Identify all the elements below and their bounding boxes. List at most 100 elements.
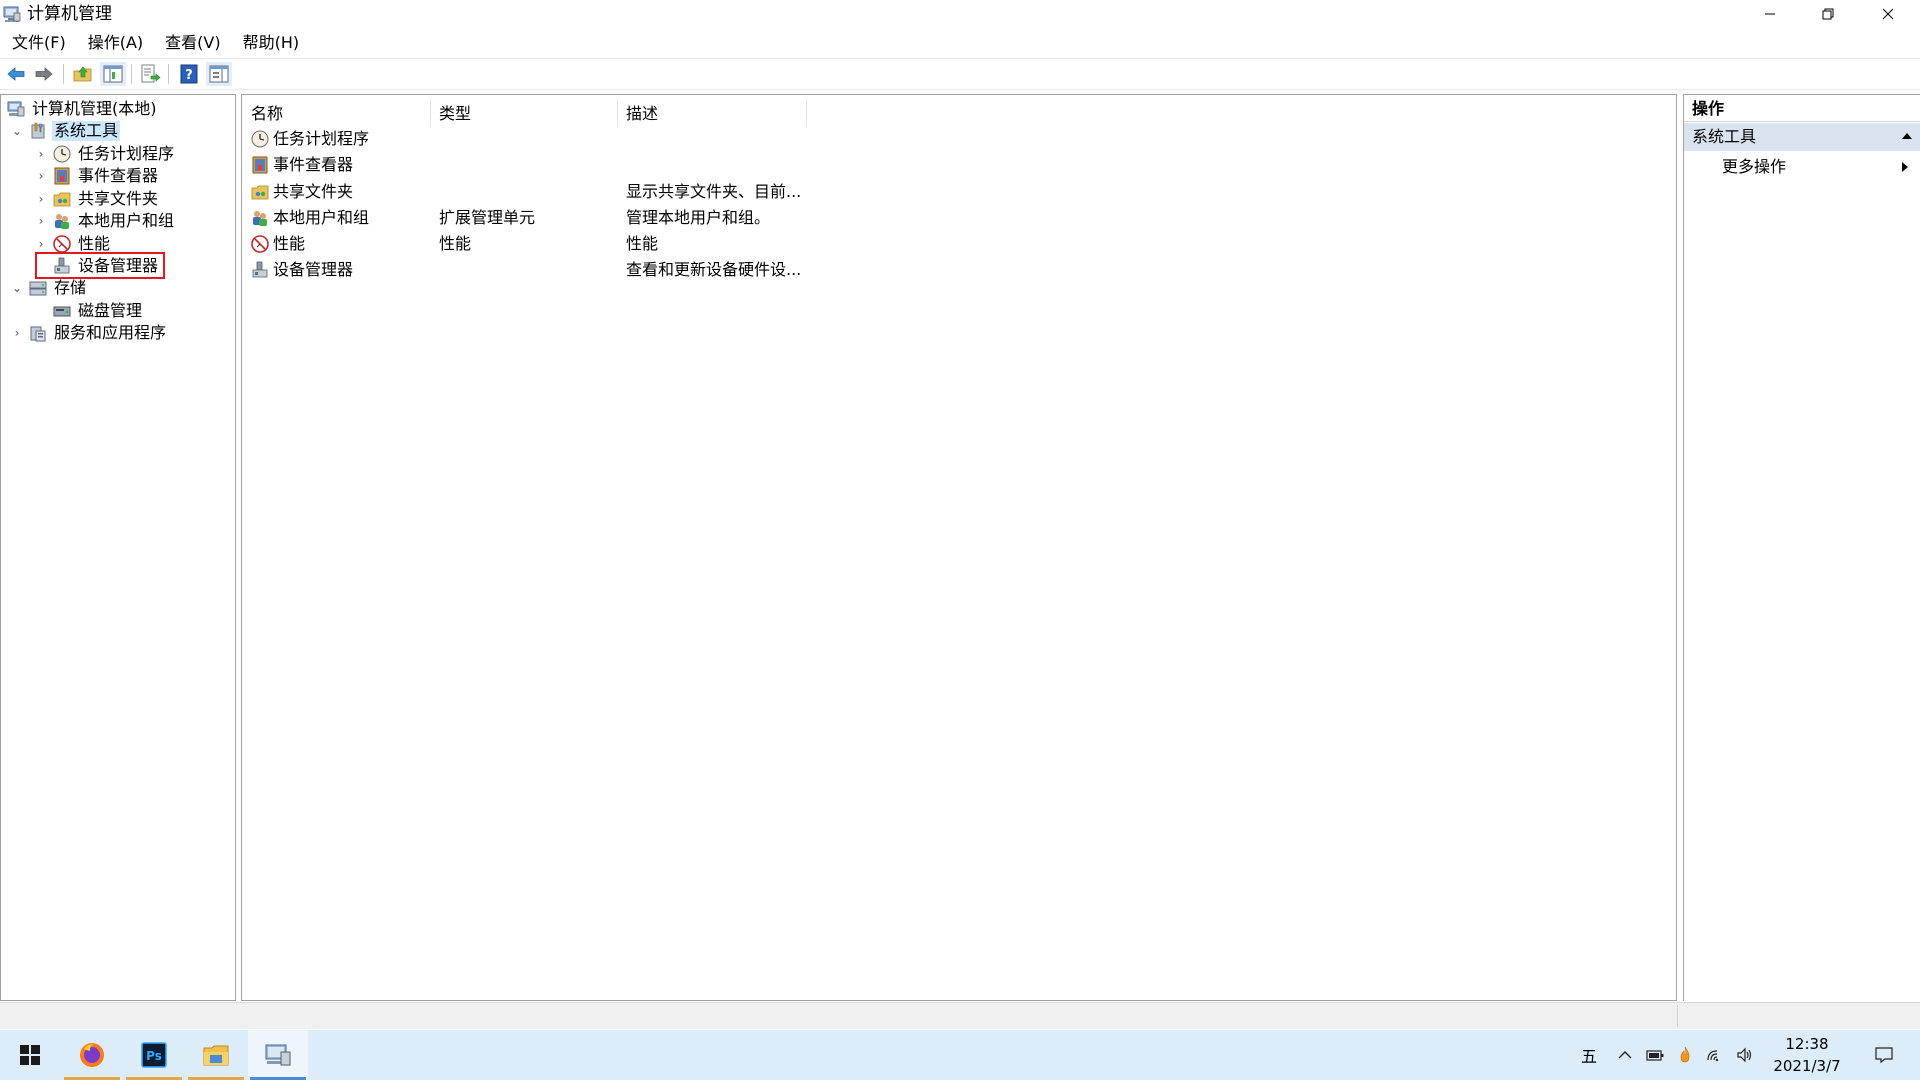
menu-help[interactable]: 帮助(H): [231, 31, 310, 55]
speaker-icon: [1737, 1047, 1752, 1063]
close-button[interactable]: [1860, 0, 1916, 28]
list-item-description: 管理本地用户和组。: [626, 208, 771, 227]
status-bar-divider: [1677, 1005, 1678, 1027]
tree-label-task-scheduler: 任务计划程序: [78, 144, 175, 163]
tree-label-disk-management: 磁盘管理: [78, 301, 143, 320]
actions-group-label: 系统工具: [1692, 127, 1757, 146]
list-item[interactable]: 共享文件夹 显示共享文件夹、目前...: [248, 180, 868, 204]
more-actions-label: 更多操作: [1722, 157, 1787, 176]
battery-tray[interactable]: [1642, 1030, 1668, 1080]
forward-icon: [35, 67, 53, 81]
wifi-icon: [1707, 1050, 1719, 1062]
system-tools-icon: [31, 122, 45, 139]
chevron-right-icon[interactable]: ›: [34, 169, 48, 183]
notification-icon: [1875, 1047, 1893, 1064]
list-item[interactable]: 性能 性能 性能: [248, 232, 868, 256]
security-tray[interactable]: [1672, 1030, 1698, 1080]
taskbar-clock[interactable]: 12:38 2021/3/7: [1762, 1033, 1852, 1077]
device-manager-icon: [252, 261, 268, 278]
menu-file[interactable]: 文件(F): [0, 31, 76, 55]
start-button[interactable]: [0, 1030, 60, 1080]
taskbar-file-explorer[interactable]: [186, 1030, 246, 1080]
list-item[interactable]: 本地用户和组 扩展管理单元 管理本地用户和组。: [248, 206, 868, 230]
taskbar-computer-management[interactable]: [248, 1030, 308, 1080]
toolbar: ?: [0, 58, 1920, 90]
toolbar-separator: [63, 64, 64, 84]
list-item[interactable]: 设备管理器 查看和更新设备硬件设...: [248, 258, 868, 282]
tree-item-system-tools[interactable]: ⌄ 系统工具: [10, 120, 121, 142]
column-header-name[interactable]: 名称: [251, 103, 283, 125]
chevron-down-icon[interactable]: ⌄: [10, 124, 24, 138]
chevron-right-icon[interactable]: ›: [34, 192, 48, 206]
list-item-name: 性能: [273, 234, 306, 253]
more-actions-item[interactable]: 更多操作: [1684, 153, 1920, 181]
export-list-icon: [141, 64, 161, 83]
tree-label-services-apps: 服务和应用程序: [54, 323, 167, 342]
tree-item-local-users[interactable]: › 本地用户和组: [34, 210, 176, 232]
up-folder-icon: [73, 66, 92, 82]
clock-time: 12:38: [1785, 1035, 1829, 1053]
users-icon: [55, 214, 69, 229]
tree-label-performance: 性能: [78, 234, 111, 253]
toolbar-separator: [168, 64, 169, 84]
ime-indicator[interactable]: 五: [1578, 1030, 1600, 1080]
column-header-type[interactable]: 类型: [439, 103, 471, 125]
computer-management-icon: [2, 4, 22, 24]
chevron-down-icon[interactable]: ⌄: [10, 281, 24, 295]
tree-label-shared-folders: 共享文件夹: [78, 189, 159, 208]
file-explorer-icon: [203, 1045, 229, 1066]
column-divider[interactable]: [617, 99, 618, 127]
svg-text:Ps: Ps: [146, 1049, 162, 1063]
show-hidden-icons-button[interactable]: [1612, 1030, 1638, 1080]
tree-item-disk-management[interactable]: 磁盘管理: [52, 300, 144, 322]
flame-icon: [1680, 1046, 1690, 1063]
list-item-name: 本地用户和组: [273, 208, 370, 227]
show-hide-tree-button[interactable]: [100, 62, 126, 86]
chevron-right-icon[interactable]: ›: [10, 326, 24, 340]
list-item-type: 扩展管理单元: [439, 208, 536, 227]
actions-group-system-tools[interactable]: 系统工具: [1684, 123, 1920, 151]
tree-item-shared-folders[interactable]: › 共享文件夹: [34, 188, 160, 210]
firefox-icon: [80, 1043, 104, 1067]
chevron-right-icon[interactable]: ›: [34, 147, 48, 161]
column-header-description[interactable]: 描述: [626, 103, 658, 125]
list-item-name: 共享文件夹: [273, 182, 354, 201]
minimize-button[interactable]: [1742, 0, 1798, 28]
tree-item-task-scheduler[interactable]: › 任务计划程序: [34, 143, 176, 165]
list-item[interactable]: 任务计划程序: [248, 127, 868, 151]
show-hide-action-pane-icon: [209, 65, 229, 83]
chevron-right-icon[interactable]: ›: [34, 237, 48, 251]
tree-item-event-viewer[interactable]: › 事件查看器: [34, 165, 160, 187]
tree-item-root[interactable]: 计算机管理(本地): [6, 98, 159, 120]
chevron-right-icon[interactable]: ›: [34, 214, 48, 228]
result-list[interactable]: 名称 类型 描述 任务计划程序 事件查看器 共享文件夹 显示共享文件夹、目前..…: [241, 94, 1677, 1001]
photoshop-icon: Ps: [141, 1042, 167, 1068]
services-apps-icon: [30, 326, 46, 342]
export-list-button[interactable]: [137, 62, 163, 86]
forward-button[interactable]: [31, 62, 57, 86]
show-hide-tree-icon: [103, 65, 123, 83]
performance-icon: [251, 235, 269, 253]
console-tree[interactable]: 计算机管理(本地) ⌄ 系统工具 › 任务计划程序 › 事件查看器 › 共享文件…: [0, 94, 236, 1001]
restore-button[interactable]: [1800, 0, 1856, 28]
action-center-button[interactable]: [1864, 1030, 1904, 1080]
up-one-level-button[interactable]: [70, 62, 96, 86]
taskbar-photoshop[interactable]: Ps: [124, 1030, 184, 1080]
list-item[interactable]: 事件查看器: [248, 153, 868, 177]
battery-icon: [1646, 1050, 1664, 1061]
start-icon: [20, 1045, 40, 1065]
tree-item-services-apps[interactable]: › 服务和应用程序: [10, 322, 168, 344]
column-divider[interactable]: [806, 99, 807, 127]
taskbar-firefox[interactable]: [62, 1030, 122, 1080]
tree-item-storage[interactable]: ⌄ 存储: [10, 277, 88, 299]
title-bar: 计算机管理: [0, 0, 1920, 28]
back-button[interactable]: [3, 62, 29, 86]
column-divider[interactable]: [430, 99, 431, 127]
menu-view[interactable]: 查看(V): [153, 31, 230, 55]
help-button[interactable]: ?: [176, 62, 202, 86]
volume-tray[interactable]: [1732, 1030, 1758, 1080]
collapse-arrow-icon[interactable]: [1902, 133, 1912, 139]
menu-action[interactable]: 操作(A): [76, 31, 153, 55]
show-hide-action-pane-button[interactable]: [206, 62, 232, 86]
network-tray[interactable]: [1702, 1030, 1728, 1080]
